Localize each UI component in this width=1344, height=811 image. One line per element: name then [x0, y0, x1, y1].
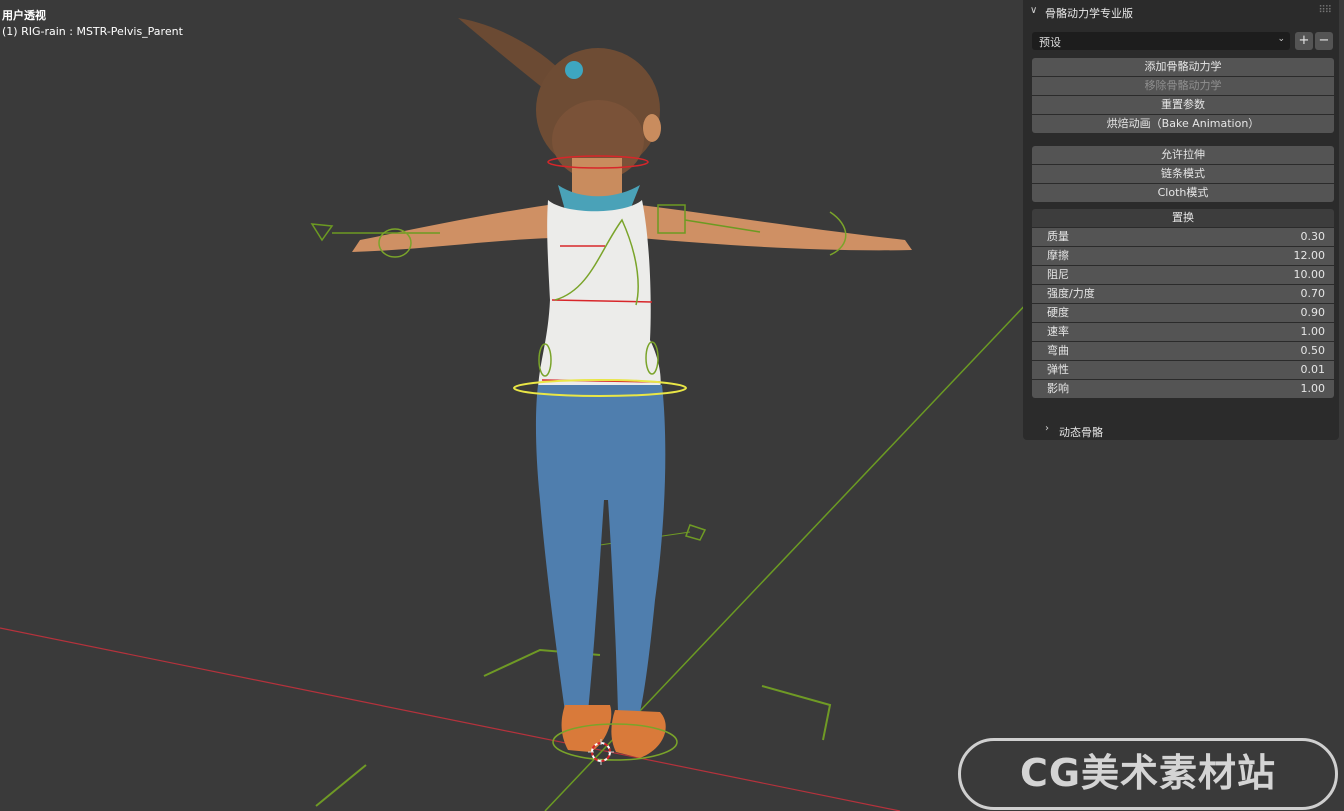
- mode-toggles: 允许拉伸 链条模式 Cloth模式: [1032, 146, 1334, 203]
- section-title: 置换: [1032, 209, 1334, 227]
- subpanel-label: 动态骨骼: [1059, 426, 1103, 439]
- property-strength-field[interactable]: 强度/力度 0.70: [1032, 285, 1334, 303]
- chain-mode-toggle[interactable]: 链条模式: [1032, 165, 1334, 183]
- panel-header[interactable]: ∨ 骨骼动力学专业版 ⠿⠿: [1023, 0, 1339, 24]
- bone-dynamics-panel: ∨ 骨骼动力学专业版 ⠿⠿ 预设 ⌄ + − 添加骨骼动力学 移除骨骼动力学 重…: [1023, 0, 1339, 440]
- floor-bone-widget[interactable]: [761, 685, 832, 741]
- watermark-logo: CG美术素材站: [958, 738, 1338, 810]
- property-bend-field[interactable]: 弯曲 0.50: [1032, 342, 1334, 360]
- preset-row: 预设 ⌄ + −: [1032, 32, 1334, 50]
- preset-dropdown-value: 预设: [1039, 36, 1061, 49]
- add-preset-button[interactable]: +: [1295, 32, 1313, 50]
- floor-bone-widget[interactable]: [315, 764, 367, 807]
- property-stiffness-field[interactable]: 硬度 0.90: [1032, 304, 1334, 322]
- remove-bone-dynamics-button[interactable]: 移除骨骼动力学: [1032, 77, 1334, 95]
- active-object-label: (1) RIG-rain : MSTR-Pelvis_Parent: [2, 25, 183, 38]
- property-mass-field[interactable]: 质量 0.30: [1032, 228, 1334, 246]
- cloth-mode-toggle[interactable]: Cloth模式: [1032, 184, 1334, 202]
- chevron-down-icon[interactable]: ∨: [1030, 5, 1037, 16]
- viewport-mode-label: 用户透视: [2, 9, 46, 22]
- properties-section: 置换 质量 0.30 摩擦 12.00 阻尼 10.00 强度/力度 0.70 …: [1032, 209, 1334, 399]
- x-axis-line: [0, 627, 901, 811]
- action-buttons: 添加骨骼动力学 移除骨骼动力学 重置参数 烘焙动画（Bake Animation…: [1032, 58, 1334, 134]
- reset-parameters-button[interactable]: 重置参数: [1032, 96, 1334, 114]
- allow-stretch-toggle[interactable]: 允许拉伸: [1032, 146, 1334, 164]
- property-damping-field[interactable]: 阻尼 10.00: [1032, 266, 1334, 284]
- property-friction-field[interactable]: 摩擦 12.00: [1032, 247, 1334, 265]
- property-influence-field[interactable]: 影响 1.00: [1032, 380, 1334, 398]
- drag-handle-icon[interactable]: ⠿⠿: [1318, 5, 1332, 16]
- bake-animation-button[interactable]: 烘焙动画（Bake Animation）: [1032, 115, 1334, 133]
- chevron-down-icon: ⌄: [1277, 34, 1285, 44]
- chevron-right-icon: ›: [1045, 423, 1049, 434]
- add-bone-dynamics-button[interactable]: 添加骨骼动力学: [1032, 58, 1334, 76]
- property-elasticity-field[interactable]: 弹性 0.01: [1032, 361, 1334, 379]
- preset-dropdown[interactable]: 预设 ⌄: [1032, 32, 1290, 50]
- character-model[interactable]: [352, 18, 912, 758]
- property-speed-field[interactable]: 速率 1.00: [1032, 323, 1334, 341]
- panel-title: 骨骼动力学专业版: [1045, 7, 1133, 20]
- remove-preset-button[interactable]: −: [1315, 32, 1333, 50]
